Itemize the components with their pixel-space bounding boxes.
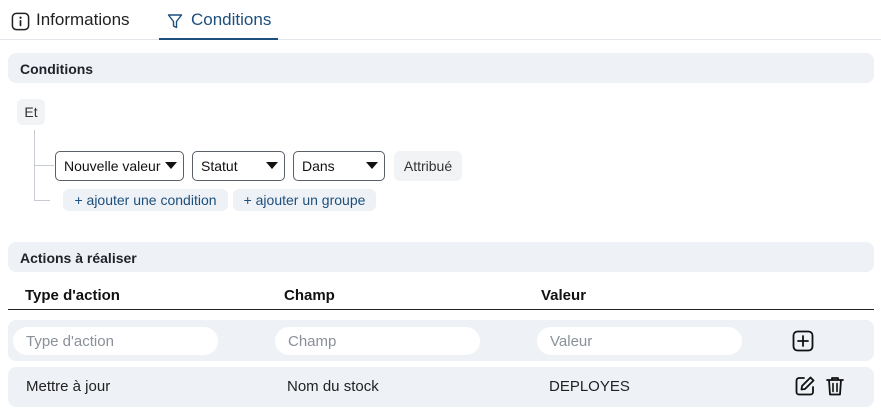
action-type-cell: Mettre à jour <box>26 378 111 395</box>
filter-icon <box>165 11 185 31</box>
action-field-cell: Nom du stock <box>287 378 379 395</box>
operator-select[interactable]: Dans <box>293 151 385 181</box>
conditions-section-title: Conditions <box>8 53 874 83</box>
column-header-type: Type d'action <box>25 287 120 304</box>
action-type-input[interactable] <box>13 327 218 355</box>
column-header-field: Champ <box>284 287 335 304</box>
plus-square-icon <box>792 330 814 352</box>
add-condition-button[interactable]: + ajouter une condition <box>63 189 228 211</box>
tab-informations[interactable]: Informations <box>10 10 130 40</box>
group-operator-chip[interactable]: Et <box>17 99 45 125</box>
caret-down-icon <box>366 162 378 169</box>
column-header-value: Valeur <box>541 287 587 304</box>
field-select[interactable]: Nouvelle valeur <box>55 151 184 181</box>
attribute-select[interactable]: Statut <box>192 151 285 181</box>
delete-action-button[interactable] <box>823 374 847 398</box>
add-group-button[interactable]: + ajouter un groupe <box>233 189 376 211</box>
action-value-cell: DEPLOYES <box>549 378 630 395</box>
caret-down-icon <box>266 162 278 169</box>
tab-label: Informations <box>36 10 130 29</box>
caret-down-icon <box>165 162 177 169</box>
attribute-select-value: Statut <box>201 158 238 174</box>
new-action-row <box>8 320 874 361</box>
trash-icon <box>826 377 844 396</box>
tree-branch <box>34 165 54 166</box>
field-select-value: Nouvelle valeur <box>64 158 161 174</box>
edit-icon <box>795 376 815 396</box>
add-action-button[interactable] <box>791 329 815 353</box>
tab-bar: Informations Conditions <box>0 0 881 40</box>
actions-table-header: Type d'action Champ Valeur <box>8 282 874 310</box>
action-value-input[interactable] <box>537 327 742 355</box>
tree-branch <box>34 200 50 201</box>
action-field-input[interactable] <box>275 327 480 355</box>
tab-conditions[interactable]: Conditions <box>159 10 278 40</box>
operator-select-value: Dans <box>302 158 335 174</box>
actions-section-title: Actions à réaliser <box>8 242 874 272</box>
value-chip[interactable]: Attribué <box>394 151 462 181</box>
table-row: Mettre à jour Nom du stock DEPLOYES <box>8 367 874 407</box>
info-icon <box>10 11 30 31</box>
edit-action-button[interactable] <box>793 374 817 398</box>
tab-label: Conditions <box>191 10 272 29</box>
